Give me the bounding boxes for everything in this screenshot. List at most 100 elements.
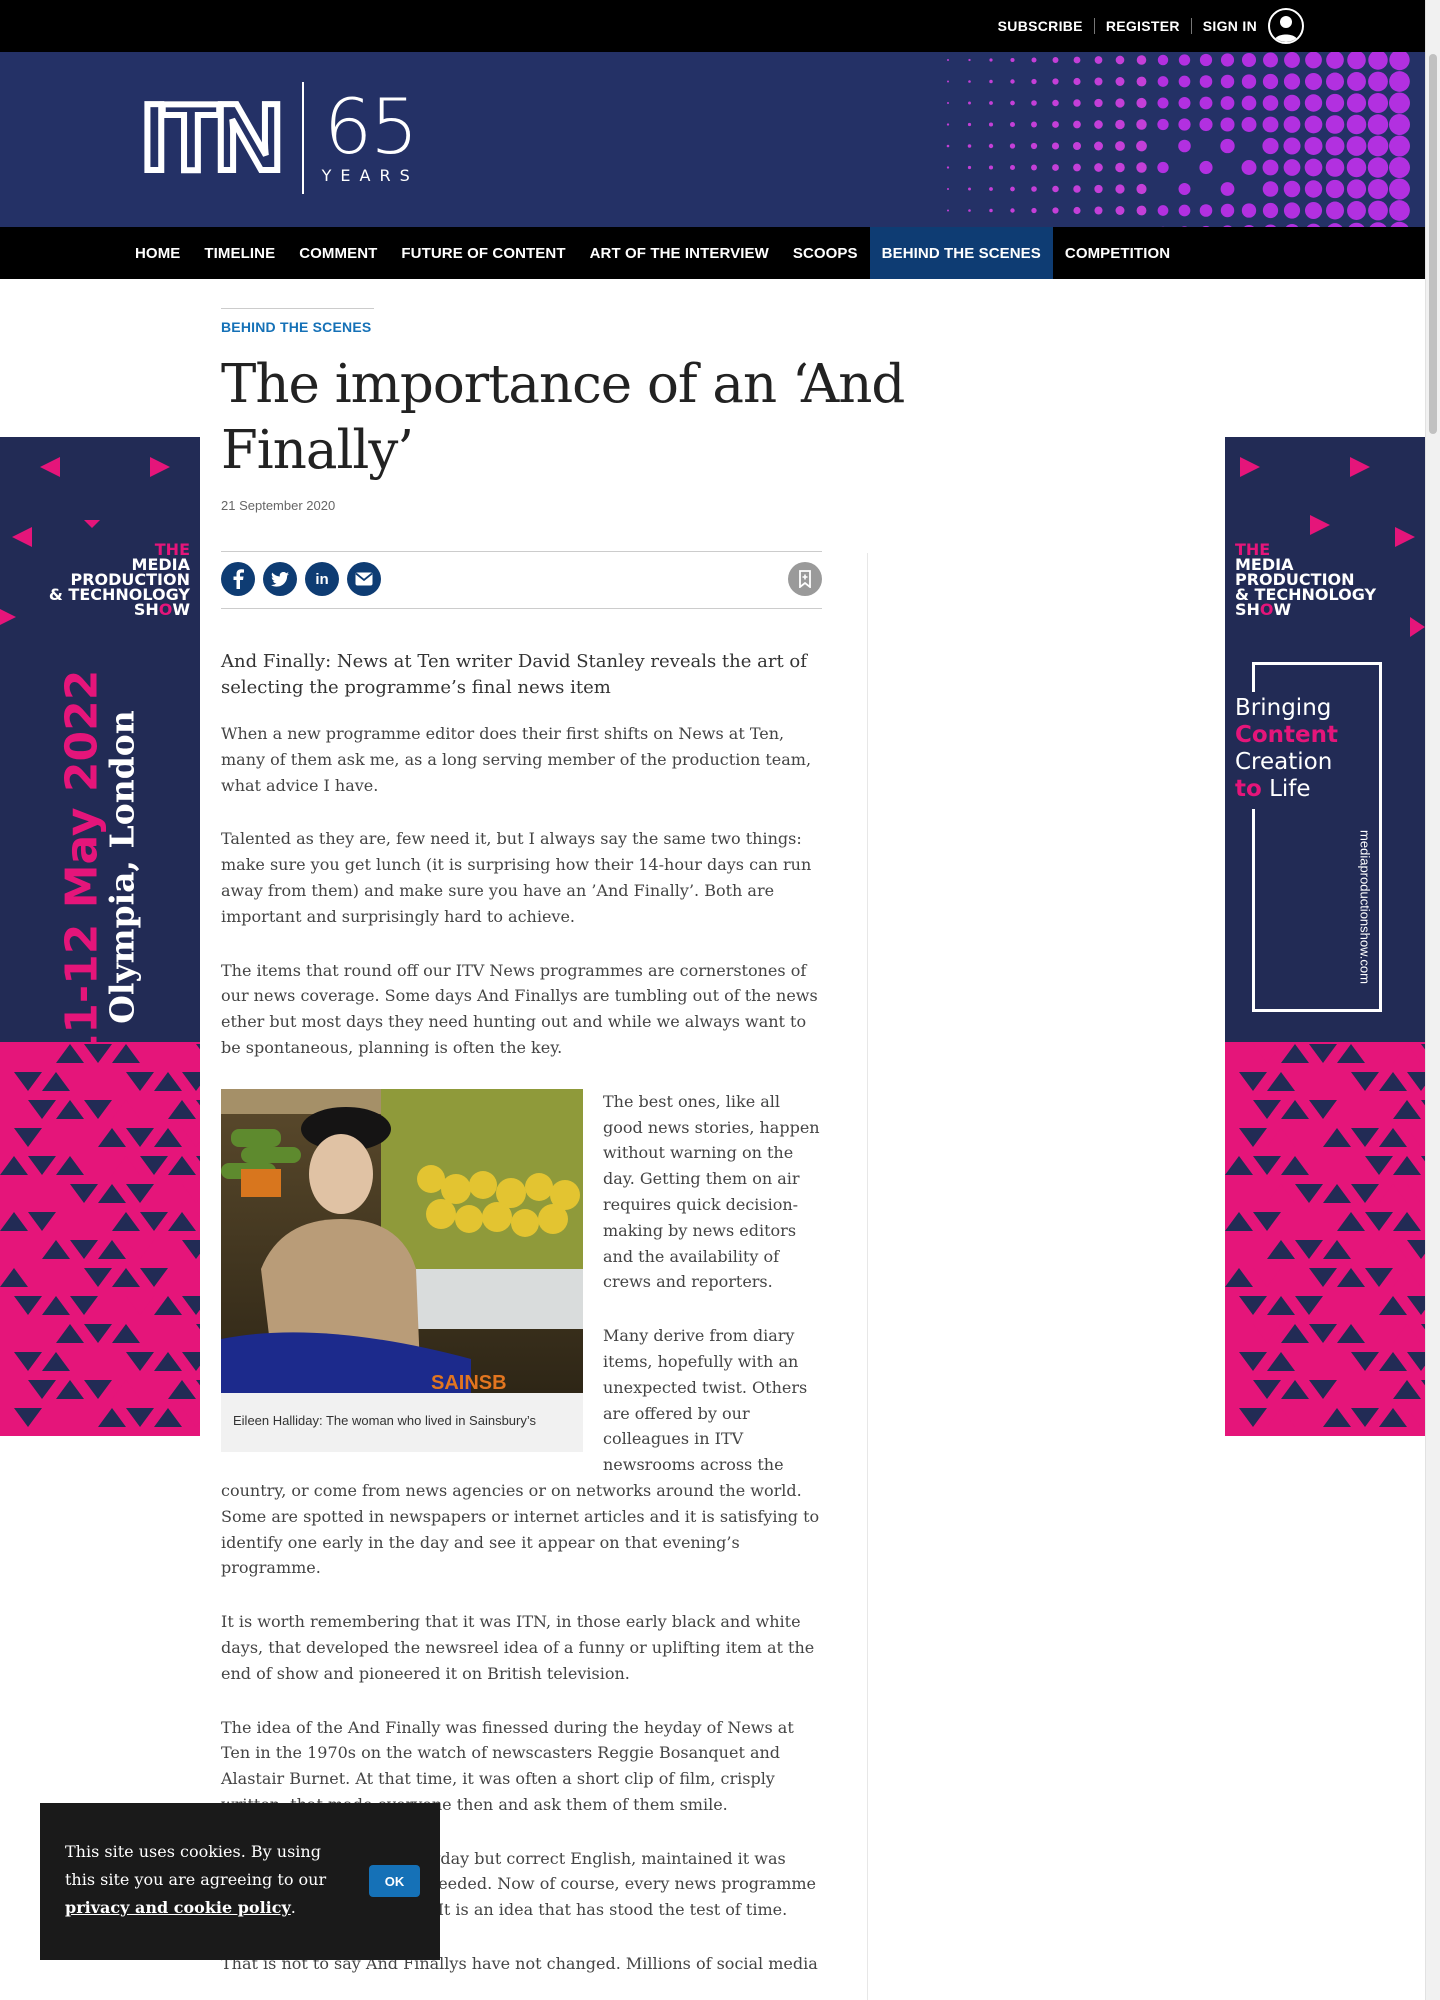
decor-dot bbox=[989, 79, 993, 84]
linkedin-share-button[interactable]: in bbox=[305, 562, 339, 596]
decor-dot bbox=[1220, 53, 1235, 67]
email-icon bbox=[355, 572, 373, 586]
decor-dot bbox=[1031, 186, 1037, 192]
decor-triangle bbox=[14, 1184, 42, 1203]
decor-triangle bbox=[1379, 1408, 1407, 1427]
decor-triangle bbox=[140, 1212, 168, 1231]
decor-triangle bbox=[98, 1184, 126, 1203]
nav-item-comment[interactable]: COMMENT bbox=[287, 227, 389, 279]
decor-dot bbox=[1094, 77, 1103, 86]
decor-triangle bbox=[42, 1296, 70, 1315]
cookie-ok-button[interactable]: OK bbox=[369, 1865, 420, 1897]
decor-triangle bbox=[1225, 1380, 1253, 1399]
decor-triangle bbox=[0, 1380, 28, 1399]
article: BEHIND THE SCENES The importance of an ‘… bbox=[221, 308, 905, 1977]
nav-item-art-of-the-interview[interactable]: ART OF THE INTERVIEW bbox=[578, 227, 781, 279]
decor-triangle bbox=[112, 1212, 140, 1231]
subscribe-link[interactable]: SUBSCRIBE bbox=[987, 18, 1094, 34]
nav-item-home[interactable]: HOME bbox=[123, 227, 192, 279]
bookmark-button[interactable] bbox=[788, 562, 822, 596]
article-standfirst: And Finally: News at Ten writer David St… bbox=[221, 651, 807, 698]
left-advertisement[interactable]: THE MEDIA PRODUCTION & TECHNOLOGY SHOW 1… bbox=[0, 437, 200, 1436]
decor-dot bbox=[1073, 163, 1081, 172]
decor-dot bbox=[1136, 119, 1147, 130]
decor-triangle bbox=[1267, 1128, 1295, 1147]
page-scrollbar[interactable] bbox=[1425, 0, 1440, 2000]
decor-triangle bbox=[1295, 1184, 1323, 1203]
decor-triangle bbox=[1323, 1184, 1351, 1203]
itn-65-years-logo[interactable]: ITN 65 YEARS bbox=[138, 82, 419, 194]
decor-dot bbox=[1304, 137, 1323, 155]
decor-triangle bbox=[1267, 1240, 1295, 1259]
article-paragraph: It is worth remembering that it was ITN,… bbox=[221, 1612, 815, 1683]
decor-dot bbox=[1241, 117, 1257, 132]
sign-in-link[interactable]: SIGN IN bbox=[1192, 18, 1268, 34]
decor-triangle bbox=[0, 1100, 28, 1119]
logo-divider bbox=[301, 82, 304, 194]
user-account-icon[interactable] bbox=[1268, 8, 1304, 44]
decor-dot bbox=[1367, 135, 1389, 157]
decor-dot bbox=[1052, 99, 1059, 107]
decor-triangle bbox=[196, 1212, 200, 1218]
decor-dot bbox=[1010, 57, 1015, 63]
decor-dot bbox=[1304, 94, 1323, 112]
decor-dot bbox=[1368, 200, 1388, 221]
decor-triangle bbox=[1253, 1044, 1281, 1063]
decor-dot bbox=[1073, 185, 1081, 193]
decor-triangle bbox=[1407, 1296, 1425, 1315]
privacy-policy-link[interactable]: privacy and cookie policy bbox=[65, 1898, 291, 1917]
decor-dot bbox=[989, 58, 993, 62]
decor-triangle bbox=[1379, 1352, 1407, 1371]
nav-item-competition[interactable]: COMPETITION bbox=[1053, 227, 1182, 279]
decor-triangle bbox=[1365, 1380, 1393, 1399]
ad-show-title: THE MEDIA PRODUCTION & TECHNOLOGY SHOW bbox=[49, 542, 190, 619]
decor-triangle bbox=[1323, 1352, 1351, 1371]
decor-triangle bbox=[1365, 1100, 1393, 1119]
decor-dot bbox=[1031, 164, 1037, 171]
decor-triangle bbox=[28, 1268, 56, 1287]
facebook-share-button[interactable] bbox=[221, 562, 255, 596]
section-label-link[interactable]: BEHIND THE SCENES bbox=[221, 319, 822, 335]
decor-dot bbox=[1052, 57, 1059, 63]
decor-triangle bbox=[140, 1380, 168, 1399]
nav-item-future-of-content[interactable]: FUTURE OF CONTENT bbox=[389, 227, 577, 279]
decor-dot bbox=[946, 166, 950, 169]
decor-dot bbox=[1199, 75, 1213, 88]
decor-dot bbox=[1262, 73, 1279, 90]
decor-dot bbox=[1325, 179, 1345, 199]
decor-dot bbox=[1009, 143, 1016, 149]
decor-dot bbox=[1346, 114, 1367, 135]
decor-dot bbox=[1094, 163, 1103, 172]
twitter-share-button[interactable] bbox=[263, 562, 297, 596]
ad-title-show-o: O bbox=[158, 600, 173, 619]
decor-triangle bbox=[140, 1156, 168, 1175]
email-share-button[interactable] bbox=[347, 562, 381, 596]
decor-triangle bbox=[154, 1184, 182, 1203]
decor-triangle bbox=[70, 1408, 98, 1427]
nav-item-timeline[interactable]: TIMELINE bbox=[192, 227, 287, 279]
decor-dot bbox=[1178, 118, 1191, 131]
nav-item-scoops[interactable]: SCOOPS bbox=[781, 227, 870, 279]
decor-dot bbox=[1284, 52, 1300, 68]
decor-triangle bbox=[1267, 1072, 1295, 1091]
decor-dot bbox=[1178, 75, 1191, 88]
article-image[interactable]: SAINSB bbox=[221, 1088, 583, 1393]
decor-dot bbox=[967, 165, 972, 170]
supermarket-photo: SAINSB bbox=[221, 1088, 583, 1393]
right-advertisement[interactable]: THE MEDIA PRODUCTION & TECHNOLOGY SHOW B… bbox=[1225, 437, 1425, 1436]
scrollbar-thumb[interactable] bbox=[1429, 54, 1437, 434]
decor-triangle bbox=[1295, 1296, 1323, 1315]
decor-triangle bbox=[1281, 1324, 1309, 1343]
nav-item-behind-the-scenes[interactable]: BEHIND THE SCENES bbox=[869, 227, 1053, 279]
decor-triangle bbox=[1337, 1044, 1365, 1063]
decor-triangle bbox=[42, 1240, 70, 1259]
decor-dot bbox=[1283, 73, 1301, 90]
decor-dot bbox=[1073, 56, 1081, 64]
decor-dot bbox=[1326, 52, 1344, 69]
decor-dot bbox=[1367, 114, 1389, 135]
decor-triangle bbox=[1351, 1184, 1379, 1203]
decor-triangle bbox=[1281, 1100, 1309, 1119]
decor-triangle bbox=[168, 1100, 196, 1119]
decor-dot bbox=[1178, 54, 1191, 66]
register-link[interactable]: REGISTER bbox=[1095, 18, 1191, 34]
